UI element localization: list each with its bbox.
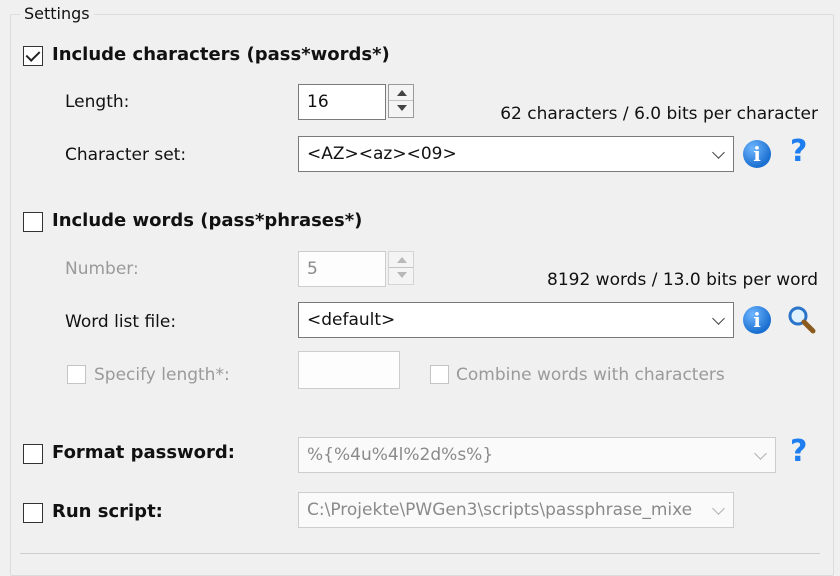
- settings-group-title: Settings: [20, 4, 94, 23]
- length-input[interactable]: 16: [298, 84, 386, 120]
- format-help-icon[interactable]: ?: [790, 434, 807, 469]
- run-script-checkbox[interactable]: [23, 503, 43, 523]
- number-spinner[interactable]: [388, 251, 414, 285]
- wordlist-combobox[interactable]: <default>: [298, 302, 734, 338]
- wordlist-value: <default>: [307, 310, 396, 330]
- combine-words-checkbox[interactable]: [430, 365, 449, 384]
- divider: [20, 553, 820, 554]
- number-label: Number:: [65, 259, 139, 279]
- length-spinner[interactable]: [388, 84, 414, 118]
- include-characters-checkbox[interactable]: [23, 46, 43, 66]
- format-password-combobox[interactable]: %{%4u%4l%2d%s%}: [298, 437, 776, 473]
- format-password-label[interactable]: Format password:: [52, 442, 235, 463]
- wordlist-label: Word list file:: [65, 312, 177, 332]
- specify-length-checkbox[interactable]: [67, 365, 86, 384]
- include-words-checkbox[interactable]: [23, 212, 43, 232]
- chevron-down-icon[interactable]: [712, 502, 725, 515]
- chevron-down-icon[interactable]: [712, 312, 725, 325]
- specify-length-input[interactable]: [298, 351, 400, 389]
- charset-value: <AZ><az><09>: [307, 144, 457, 164]
- charset-help-icon[interactable]: ?: [790, 134, 807, 169]
- arrow-down-icon: [397, 272, 407, 278]
- run-script-label[interactable]: Run script:: [52, 501, 163, 522]
- length-label: Length:: [65, 92, 130, 112]
- format-password-checkbox[interactable]: [23, 444, 43, 464]
- number-spin-down[interactable]: [389, 268, 413, 284]
- include-words-label[interactable]: Include words (pass*phrases*): [52, 210, 362, 231]
- wordlist-info-icon[interactable]: i: [743, 306, 771, 334]
- arrow-up-icon: [397, 90, 407, 96]
- length-spin-up[interactable]: [389, 85, 413, 101]
- arrow-down-icon: [397, 105, 407, 111]
- include-characters-label[interactable]: Include characters (pass*words*): [52, 44, 390, 65]
- combine-words-label[interactable]: Combine words with characters: [456, 365, 725, 385]
- specify-length-label[interactable]: Specify length*:: [94, 365, 230, 385]
- wordlist-search-icon[interactable]: [786, 304, 816, 334]
- number-spin-up[interactable]: [389, 252, 413, 268]
- format-password-value: %{%4u%4l%2d%s%}: [307, 445, 494, 465]
- charset-label: Character set:: [65, 145, 187, 165]
- charset-combobox[interactable]: <AZ><az><09>: [298, 136, 734, 172]
- run-script-value: C:\Projekte\PWGen3\scripts\passphrase_mi…: [307, 500, 693, 520]
- arrow-up-icon: [397, 257, 407, 263]
- run-script-combobox[interactable]: C:\Projekte\PWGen3\scripts\passphrase_mi…: [298, 492, 734, 528]
- length-spin-down[interactable]: [389, 101, 413, 117]
- chevron-down-icon[interactable]: [754, 447, 767, 460]
- charset-info-icon[interactable]: i: [743, 140, 771, 168]
- chevron-down-icon[interactable]: [712, 146, 725, 159]
- number-input[interactable]: 5: [298, 251, 386, 287]
- words-info-text: 8192 words / 13.0 bits per word: [547, 270, 818, 290]
- characters-info-text: 62 characters / 6.0 bits per character: [500, 104, 818, 124]
